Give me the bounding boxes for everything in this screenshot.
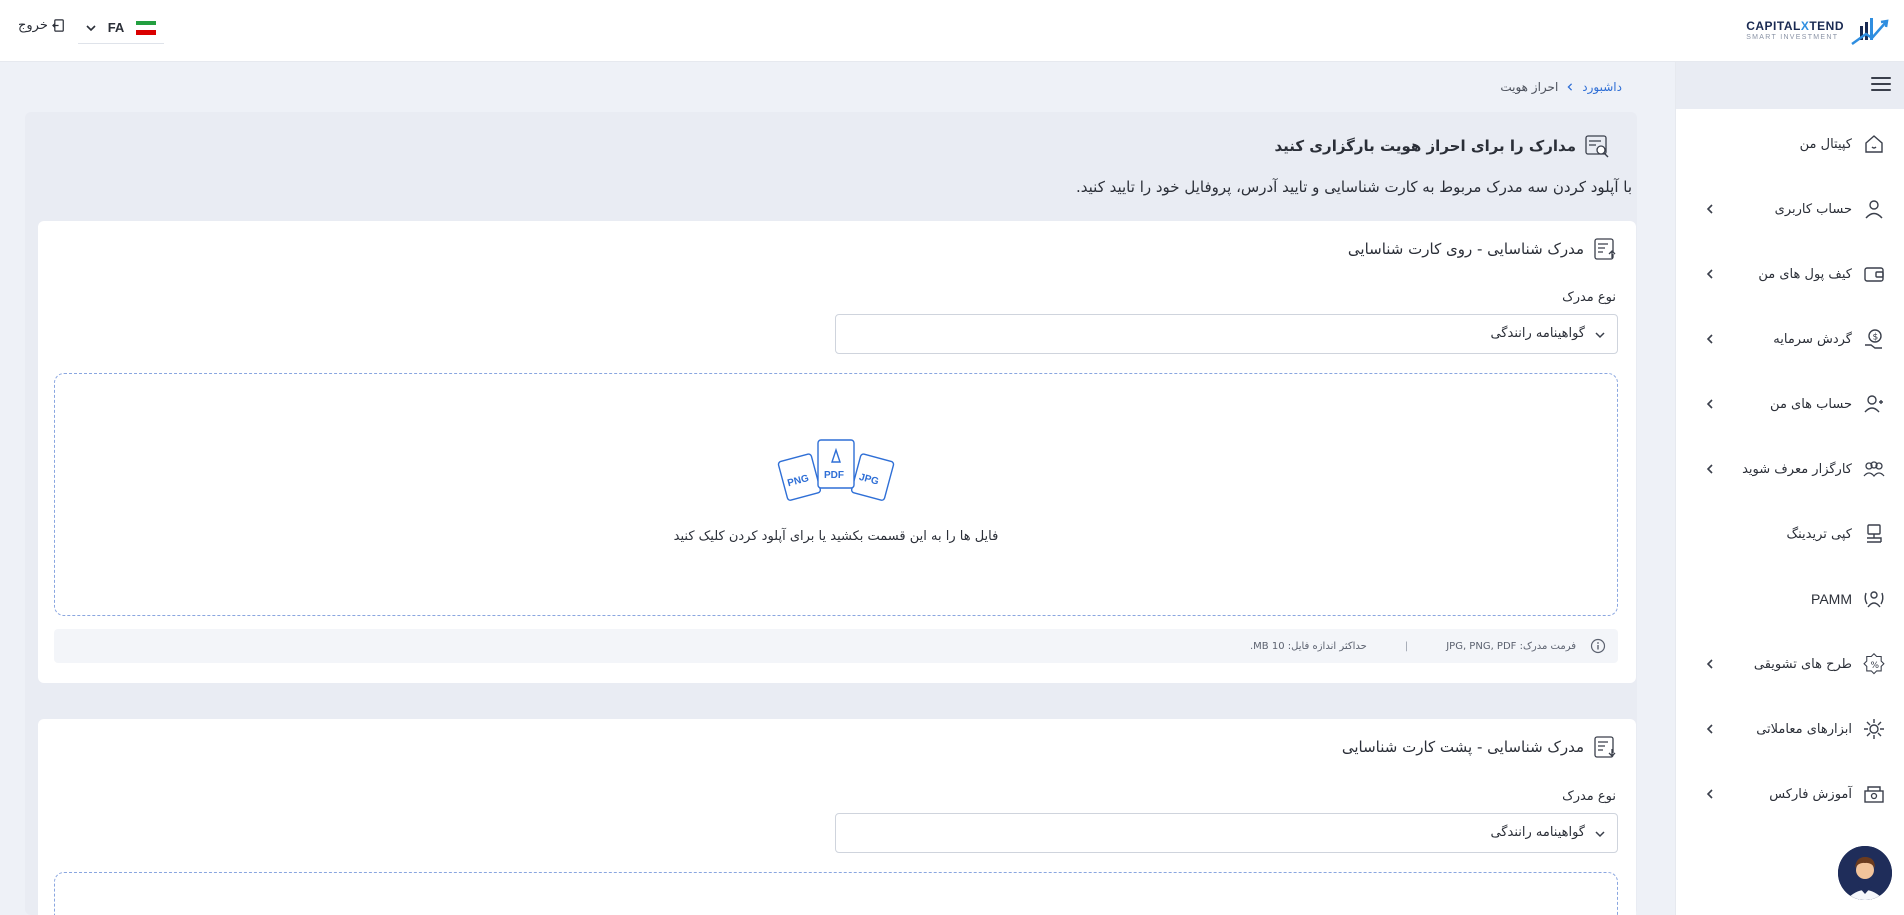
breadcrumb-dashboard-link[interactable]: داشبورد — [1582, 80, 1622, 94]
sidebar-item-label: آموزش فارکس — [1769, 786, 1852, 802]
info-icon — [1590, 638, 1606, 654]
home-icon — [1865, 135, 1883, 153]
chevron-left-icon — [1706, 399, 1713, 409]
sidebar-item-label: ابزارهای معاملاتی — [1756, 721, 1852, 737]
file-format-info: فرمت مدرک: JPG, PNG, PDF — [1446, 640, 1576, 652]
upload-info-bar: فرمت مدرک: JPG, PNG, PDF | حداکثر اندازه… — [54, 629, 1618, 663]
file-types-icon: PNG JPG PDF — [777, 439, 895, 501]
document-type-value: گواهینامه رانندگی — [1490, 825, 1585, 840]
breadcrumb: داشبورد احراز هویت — [1500, 80, 1622, 94]
tools-icon — [1864, 719, 1884, 739]
sidebar-item-label: کپیتال من — [1799, 136, 1852, 152]
sidebar-item-user-account[interactable]: حساب کاربری — [1675, 189, 1904, 229]
copy-trading-icon — [1867, 524, 1882, 543]
pdf-badge: PDF — [824, 470, 844, 481]
breadcrumb-current: احراز هویت — [1500, 80, 1559, 94]
education-icon — [1864, 786, 1884, 803]
document-type-label: نوع مدرک — [1562, 789, 1616, 804]
support-avatar[interactable] — [1838, 846, 1892, 900]
sidebar-item-my-capital[interactable]: کپیتال من — [1675, 124, 1904, 164]
chevron-left-icon — [1567, 83, 1573, 91]
menu-toggle-icon[interactable] — [1871, 75, 1891, 93]
chevron-left-icon — [1706, 334, 1713, 344]
chevron-left-icon — [1706, 724, 1713, 734]
document-type-value: گواهینامه رانندگی — [1490, 326, 1585, 341]
info-separator: | — [1404, 640, 1409, 652]
document-type-select[interactable]: گواهینامه رانندگی — [835, 813, 1618, 853]
document-download-icon — [1594, 736, 1616, 758]
logout-icon — [51, 19, 64, 32]
user-icon — [1865, 200, 1883, 219]
document-search-icon — [1585, 135, 1609, 158]
sidebar-item-label: حساب های من — [1770, 396, 1852, 412]
page-title: مدارک را برای احراز هویت بارگزاری کنید — [1274, 133, 1610, 159]
wallet-icon — [1864, 267, 1884, 282]
svg-text:%: % — [1871, 661, 1880, 671]
sidebar-item-pamm[interactable]: PAMM — [1675, 579, 1904, 619]
chevron-down-icon — [1595, 332, 1605, 339]
id-back-card: مدرک شناسایی - پشت کارت شناسایی نوع مدرک… — [38, 719, 1636, 915]
sidebar-item-label: کیف پول های من — [1758, 266, 1852, 282]
sidebar-item-label: گردش سرمایه — [1773, 331, 1852, 347]
card-title: مدرک شناسایی - روی کارت شناسایی — [1348, 236, 1618, 262]
sidebar-item-label: حساب کاربری — [1774, 201, 1852, 217]
chevron-left-icon — [1706, 464, 1713, 474]
svg-text:$: $ — [1873, 333, 1879, 343]
bonus-icon: % — [1863, 653, 1885, 675]
file-dropzone[interactable] — [54, 872, 1618, 915]
card-title: مدرک شناسایی - پشت کارت شناسایی — [1342, 734, 1618, 760]
id-front-card: مدرک شناسایی - روی کارت شناسایی نوع مدرک… — [38, 221, 1636, 683]
sidebar-item-capital-flow[interactable]: $ گردش سرمایه — [1675, 319, 1904, 359]
document-type-select[interactable]: گواهینامه رانندگی — [835, 314, 1618, 354]
sidebar-item-forex-education[interactable]: آموزش فارکس — [1675, 774, 1904, 814]
sidebar-item-copy-trading[interactable]: کپی تریدینگ — [1675, 514, 1904, 554]
support-agent-icon — [1838, 846, 1892, 900]
language-code: FA — [107, 20, 125, 35]
chevron-left-icon — [1706, 789, 1713, 799]
sidebar-item-label: کپی تریدینگ — [1786, 526, 1853, 542]
logo-tagline: SMART INVESTMENT — [1746, 34, 1839, 41]
document-type-label: نوع مدرک — [1562, 290, 1616, 305]
max-size-info: حداکثر اندازه فایل: 10 MB. — [1249, 640, 1367, 652]
sidebar-item-label: طرح های تشویقی — [1753, 656, 1852, 672]
sidebar-item-become-ib[interactable]: کارگزار معرف شوید — [1675, 449, 1904, 489]
file-dropzone[interactable]: PNG JPG PDF فایل ها را به این قسمت بکشید… — [54, 373, 1618, 616]
partners-icon — [1863, 461, 1885, 478]
sidebar-item-label: کارگزار معرف شوید — [1742, 461, 1852, 477]
accounts-icon — [1864, 395, 1883, 413]
logout-label: خروج — [18, 18, 48, 33]
logo-mark-icon — [1851, 18, 1889, 46]
iran-flag-icon — [136, 20, 156, 35]
chevron-down-icon — [86, 24, 96, 31]
chevron-left-icon — [1706, 659, 1713, 669]
chevron-down-icon — [1595, 831, 1605, 838]
sidebar-item-trading-tools[interactable]: ابزارهای معاملاتی — [1675, 709, 1904, 749]
pamm-icon — [1864, 591, 1884, 608]
sidebar-item-my-accounts[interactable]: حساب های من — [1675, 384, 1904, 424]
sidebar-item-wallets[interactable]: کیف پول های من — [1675, 254, 1904, 294]
logo-name: CAPITALXTEND — [1746, 19, 1844, 33]
capitalxtend-logo[interactable]: CAPITALXTEND SMART INVESTMENT — [1740, 14, 1890, 46]
sidebar-item-label: PAMM — [1811, 591, 1852, 607]
chevron-left-icon — [1706, 204, 1713, 214]
language-selector[interactable]: FA — [78, 12, 164, 44]
dropzone-instruction: فایل ها را به این قسمت بکشید یا برای آپل… — [673, 529, 999, 544]
top-header: CAPITALXTEND SMART INVESTMENT FA خروج — [0, 0, 1904, 62]
page-description: با آپلود کردن سه مدرک مربوط به کارت شناس… — [1076, 178, 1632, 196]
sidebar-item-bonus-plans[interactable]: % طرح های تشویقی — [1675, 644, 1904, 684]
document-upload-icon — [1594, 238, 1616, 260]
chevron-left-icon — [1706, 269, 1713, 279]
logout-button[interactable]: خروج — [18, 18, 67, 33]
money-flow-icon: $ — [1865, 329, 1882, 349]
